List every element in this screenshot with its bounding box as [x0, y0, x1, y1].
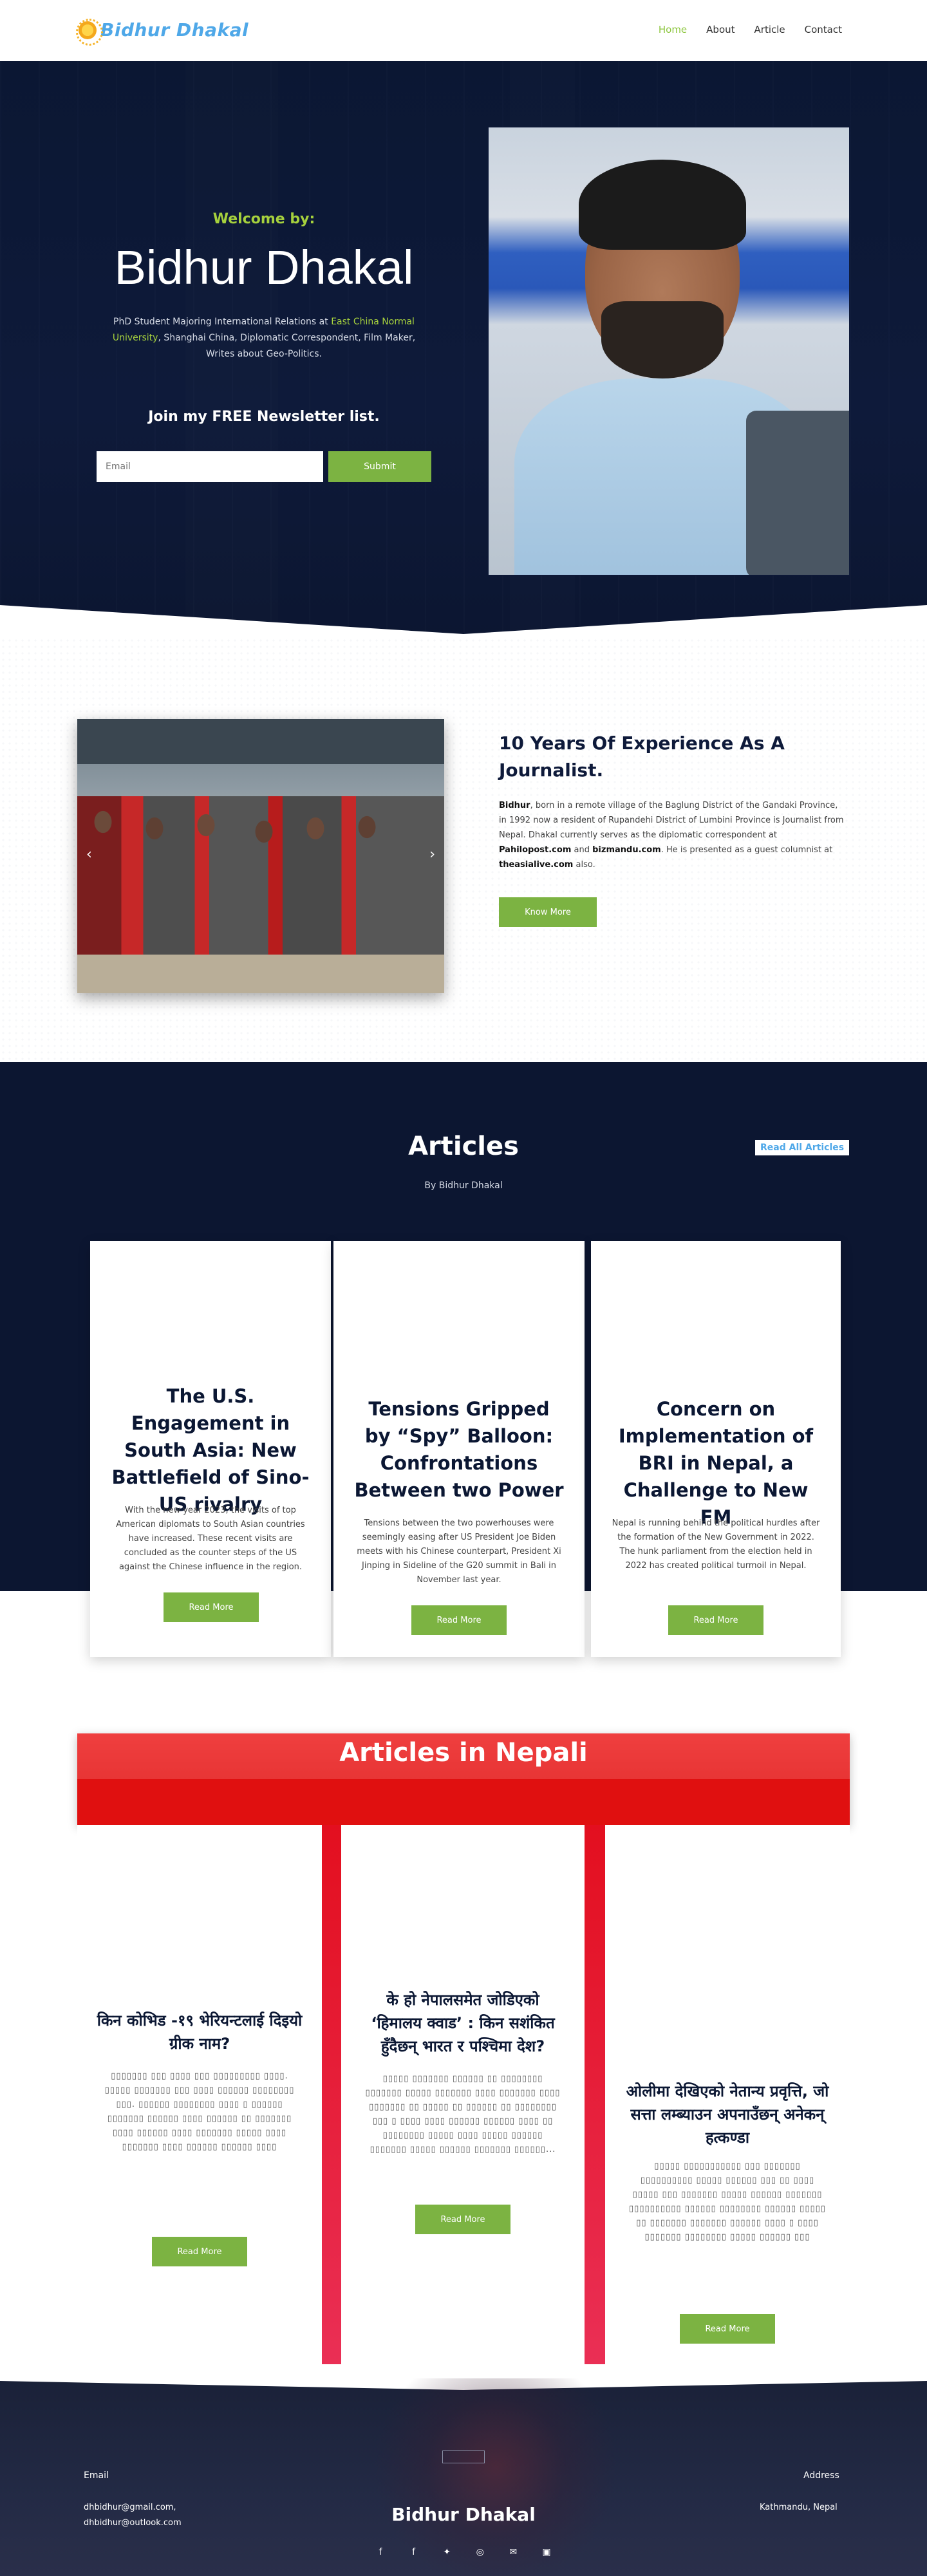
nepali-card-text: ▯▯▯▯▯ ▯▯▯▯▯▯▯▯▯▯▯ ▯▯▯ ▯▯▯▯▯▯▯ ▯▯▯▯▯▯▯▯▯▯…: [629, 2161, 826, 2242]
article-card-title[interactable]: Concern on Implementation of BRI in Nepa…: [610, 1395, 821, 1531]
nepali-articles-title: Articles in Nepali: [339, 1738, 588, 1768]
linkedin-icon[interactable]: ▣: [539, 2547, 554, 2557]
hero-name: Bidhur Dhakal: [114, 241, 414, 294]
nepali-article-card: ओलीमा देखिएको नेतान्य प्रवृत्ति, जो सत्त…: [605, 1825, 850, 2364]
article-read-more-button[interactable]: Read More: [164, 1592, 259, 1622]
newsletter-email-input[interactable]: [97, 451, 323, 482]
facebook-page-icon[interactable]: f: [407, 2547, 421, 2557]
bio-part4: also.: [573, 860, 595, 870]
site-logo[interactable]: Bidhur Dhakal: [76, 18, 249, 46]
article-card-text: Tensions between the two powerhouses wer…: [357, 1518, 561, 1585]
hero-bottom-curve: [0, 605, 927, 637]
nepali-card-title[interactable]: ओलीमा देखिएको नेतान्य प्रवृत्ति, जो सत्त…: [624, 2080, 830, 2149]
article-card-text: Nepal is running behind the political hu…: [612, 1518, 820, 1571]
nepali-card-title[interactable]: किन कोभिड -१९ भेरियन्टलाई दिइयो ग्रीक ना…: [97, 2009, 303, 2055]
welcome-text: Welcome by:: [212, 211, 315, 227]
nav-article[interactable]: Article: [754, 24, 785, 35]
wechat-icon[interactable]: ✉: [506, 2547, 520, 2557]
carousel-photo-ground: [77, 955, 444, 993]
carousel-next-icon[interactable]: ›: [429, 846, 435, 863]
bio-part1: , born in a remote village of the Baglun…: [499, 801, 844, 840]
instagram-icon[interactable]: ◎: [473, 2547, 487, 2557]
experience-title: 10 Years Of Experience As A Journalist.: [499, 733, 785, 781]
article-card-title[interactable]: The U.S. Engagement in South Asia: New B…: [109, 1383, 312, 1518]
carousel-prev-icon[interactable]: ‹: [86, 846, 92, 863]
nepali-card-text: ▯▯▯▯▯ ▯▯▯▯▯▯▯ ▯▯▯▯▯▯ ▯▯ ▯▯▯▯▯▯▯▯ ▯▯▯▯▯▯▯…: [365, 2074, 561, 2154]
hero-description: PhD Student Majoring International Relat…: [109, 314, 418, 362]
carousel-photo-crowd: [77, 796, 444, 976]
experience-text: Bidhur, born in a remote village of the …: [499, 798, 847, 872]
experience-section: ‹ › 10 Years Of Experience As A Journali…: [0, 637, 927, 1062]
bio-part2: and: [571, 845, 593, 855]
footer-address-label: Address: [803, 2470, 839, 2481]
footer-logo-image: [442, 2450, 485, 2463]
bio-name: Bidhur: [499, 801, 530, 810]
read-all-articles-button[interactable]: Read All Articles: [755, 1140, 850, 1155]
nepali-article-card: के हो नेपालसमेत जोडिएको ‘हिमालय क्वाड’ :…: [341, 1825, 585, 2364]
portrait-hair: [579, 160, 746, 250]
site-header: Bidhur Dhakal Home About Article Contact: [0, 0, 927, 61]
hero-section: Welcome by: Bidhur Dhakal PhD Student Ma…: [0, 61, 927, 637]
hero-desc-pre: PhD Student Majoring International Relat…: [113, 317, 332, 327]
newsletter-title: Join my FREE Newsletter list.: [148, 409, 380, 425]
newsletter-submit-button[interactable]: Submit: [328, 451, 431, 482]
site-footer: Email dhbidhur@gmail.com, dhbidhur@outlo…: [0, 2378, 927, 2576]
bio-site-theasialive[interactable]: theasialive.com: [499, 860, 573, 870]
bio-site-bizmandu[interactable]: bizmandu.com: [592, 845, 661, 855]
hero-portrait-photo: [488, 127, 850, 575]
nepali-read-more-button[interactable]: Read More: [152, 2237, 247, 2266]
portrait-laptop: [746, 411, 849, 575]
nav-about[interactable]: About: [706, 24, 735, 35]
article-read-more-button[interactable]: Read More: [411, 1605, 507, 1635]
know-more-button[interactable]: Know More: [499, 897, 597, 927]
portrait-beard: [601, 301, 724, 378]
nav-contact[interactable]: Contact: [805, 24, 842, 35]
carousel-photo-roof: [77, 719, 444, 764]
nepali-article-card: किन कोभिड -१९ भेरियन्टलाई दिइयो ग्रीक ना…: [77, 1825, 322, 2364]
nepali-card-text: ▯▯▯▯▯▯▯ ▯▯▯ ▯▯▯▯ ▯▯▯ ▯▯▯▯▯▯▯▯▯ ▯▯▯▯. ▯▯▯…: [104, 2071, 295, 2152]
article-card: Concern on Implementation of BRI in Nepa…: [591, 1241, 841, 1657]
twitter-icon[interactable]: ✦: [440, 2547, 454, 2557]
hero-desc-post: , Shanghai China, Diplomatic Corresponde…: [158, 333, 416, 359]
article-card-title[interactable]: Tensions Gripped by “Spy” Balloon: Confr…: [353, 1395, 565, 1504]
experience-carousel[interactable]: ‹ ›: [77, 719, 444, 993]
logo-text: Bidhur Dhakal: [100, 19, 249, 41]
social-links: f f ✦ ◎ ✉ ▣: [373, 2547, 554, 2557]
article-card: The U.S. Engagement in South Asia: New B…: [90, 1241, 331, 1657]
bio-part3: . He is presented as a guest columnist a…: [660, 845, 833, 855]
bio-site-pahilopost[interactable]: Pahilopost.com: [499, 845, 571, 855]
sun-logo-icon: [76, 18, 103, 46]
nepali-read-more-button[interactable]: Read More: [415, 2205, 510, 2234]
article-card: Tensions Gripped by “Spy” Balloon: Confr…: [333, 1241, 585, 1657]
nav-home[interactable]: Home: [659, 24, 687, 35]
article-card-text: With the new year 2023, the visits of to…: [116, 1506, 305, 1572]
footer-background-photo: [360, 2378, 631, 2576]
nepali-read-more-button[interactable]: Read More: [680, 2314, 775, 2344]
footer-address: Kathmandu, Nepal: [760, 2503, 838, 2512]
articles-subtitle: By Bidhur Dhakal: [424, 1181, 503, 1191]
facebook-icon[interactable]: f: [373, 2547, 388, 2557]
main-nav: Home About Article Contact: [659, 24, 842, 35]
article-read-more-button[interactable]: Read More: [668, 1605, 763, 1635]
footer-email-label: Email: [84, 2470, 109, 2481]
nepali-card-title[interactable]: के हो नेपालसमेत जोडिएको ‘हिमालय क्वाड’ :…: [360, 1988, 565, 2058]
